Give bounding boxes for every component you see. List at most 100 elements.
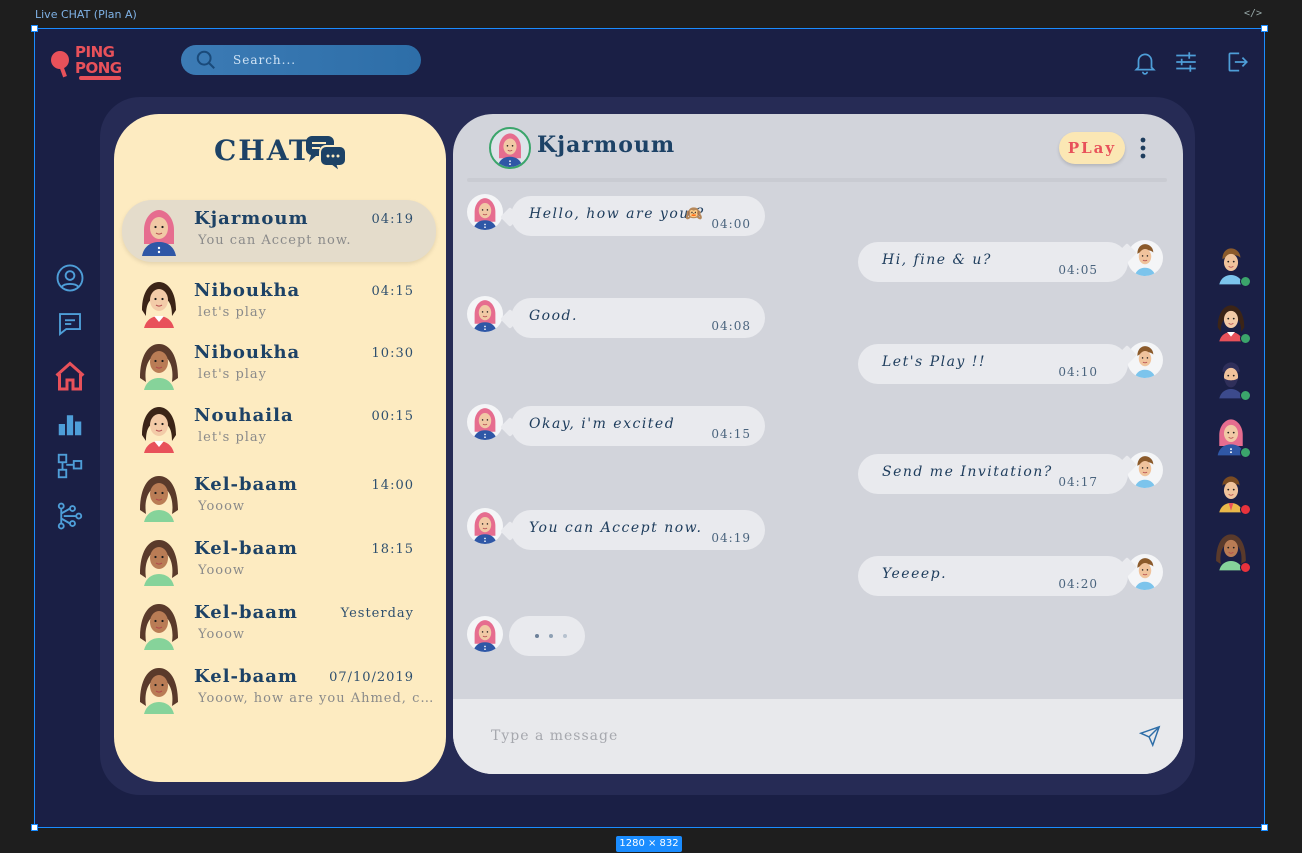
resize-handle[interactable] — [1261, 25, 1268, 32]
avatar — [136, 401, 182, 453]
avatar — [136, 662, 182, 714]
incoming-message[interactable]: Hello, how are you ? 🙉 04:00 — [511, 196, 765, 236]
message-time: 04:19 — [711, 531, 751, 545]
outgoing-message[interactable]: Yeeeep. 04:20 — [858, 556, 1128, 596]
self-avatar — [1127, 554, 1163, 590]
online-user-avatar[interactable] — [1213, 357, 1251, 401]
message-time: 04:00 — [711, 217, 751, 231]
conversation-item[interactable]: Kel-baam 07/10/2019 Yooow, how are you Ahm… — [122, 658, 438, 720]
self-avatar — [1127, 342, 1163, 378]
self-avatar — [1127, 452, 1163, 488]
conversation-preview: You can Accept now. — [198, 233, 352, 248]
chat-bubbles-icon — [306, 136, 347, 175]
conversation-item[interactable]: Kel-baam Yesterday Yooow — [122, 594, 436, 656]
status-dot — [1240, 447, 1251, 458]
resize-handle[interactable] — [1261, 824, 1268, 831]
message-text: Hello, how are you ? — [529, 206, 705, 222]
conversation-time: 07/10/2019 — [329, 670, 414, 685]
incoming-message[interactable]: Good. 04:08 — [511, 298, 765, 338]
logout-icon[interactable] — [1224, 49, 1250, 75]
message-time: 04:08 — [711, 319, 751, 333]
sender-avatar — [467, 508, 503, 544]
outgoing-message[interactable]: Let's Play !! 04:10 — [858, 344, 1128, 384]
message-text: Yeeeep. — [882, 566, 948, 582]
avatar — [136, 338, 182, 390]
play-button[interactable]: PLay — [1059, 132, 1125, 164]
search-input[interactable] — [233, 53, 403, 67]
conversation-name: Kel-baam — [194, 602, 298, 623]
more-options-icon[interactable] — [1139, 136, 1147, 160]
typing-indicator — [509, 616, 585, 656]
code-icon[interactable]: </> — [1244, 8, 1262, 19]
incoming-message[interactable]: You can Accept now. 04:19 — [511, 510, 765, 550]
message-time: 04:17 — [1058, 475, 1098, 489]
ping-pong-logo[interactable]: PING PONG — [51, 43, 122, 81]
conversation-item[interactable]: Kel-baam 18:15 Yooow — [122, 530, 436, 592]
conversation-item[interactable]: Niboukha 04:15 let's play — [122, 272, 436, 334]
conversation-item[interactable]: Kel-baam 14:00 Yooow — [122, 466, 436, 528]
outgoing-message[interactable]: Send me Invitation? 04:17 — [858, 454, 1128, 494]
conversation-preview: Yooow — [198, 563, 246, 578]
conversation-name: Kel-baam — [194, 474, 298, 495]
message-composer — [453, 699, 1183, 774]
conversation-preview: let's play — [198, 367, 268, 382]
logo-text-line2: PONG — [75, 59, 122, 77]
conversation-preview: let's play — [198, 305, 268, 320]
chat-list-title: CHAT — [214, 134, 312, 167]
self-avatar — [1127, 240, 1163, 276]
search-bar[interactable] — [181, 45, 421, 75]
avatar — [136, 598, 182, 650]
message-time: 04:05 — [1058, 263, 1098, 277]
network-icon[interactable] — [55, 501, 85, 531]
sender-avatar — [467, 194, 503, 230]
resize-handle[interactable] — [31, 824, 38, 831]
incoming-message[interactable]: Okay, i'm excited 04:15 — [511, 406, 765, 446]
conversation-name: Nouhaila — [194, 405, 294, 426]
online-user-avatar[interactable] — [1213, 414, 1251, 458]
conversation-time: 04:15 — [371, 284, 414, 299]
outgoing-message[interactable]: Hi, fine & u? 04:05 — [858, 242, 1128, 282]
status-dot — [1240, 390, 1251, 401]
message-text: You can Accept now. — [529, 520, 703, 536]
send-icon[interactable] — [1139, 725, 1161, 747]
stats-icon[interactable] — [55, 409, 85, 439]
conversation-item[interactable]: Kjarmoum 04:19 You can Accept now. — [122, 200, 436, 262]
conversation-time: 18:15 — [371, 542, 414, 557]
chat-list-panel: CHAT Kjarmoum 04:19 You can Accept now. Nib… — [114, 114, 446, 782]
resize-handle[interactable] — [31, 25, 38, 32]
home-icon[interactable] — [52, 359, 88, 395]
bell-icon[interactable] — [1132, 49, 1158, 75]
profile-icon[interactable] — [55, 263, 85, 293]
message-time: 04:10 — [1058, 365, 1098, 379]
contact-avatar[interactable] — [489, 127, 531, 169]
sliders-icon[interactable] — [1173, 49, 1199, 75]
avatar — [136, 204, 182, 256]
conversation-item[interactable]: Niboukha 10:30 let's play — [122, 334, 436, 396]
emoji-icon: 🙉 — [685, 205, 703, 221]
message-input[interactable] — [491, 721, 1091, 751]
frame-label: Live CHAT (Plan A) — [35, 8, 137, 21]
conversation-time: Yesterday — [340, 606, 414, 621]
avatar — [136, 534, 182, 586]
online-user-avatar[interactable] — [1213, 243, 1251, 287]
tree-icon[interactable] — [55, 451, 85, 481]
conversation-name: Kel-baam — [194, 666, 298, 687]
conversation-item[interactable]: Nouhaila 00:15 let's play — [122, 397, 436, 459]
conversation-time: 14:00 — [371, 478, 414, 493]
contact-name[interactable]: Kjarmoum — [537, 132, 675, 158]
conversation-name: Niboukha — [194, 280, 301, 301]
conversation-time: 00:15 — [371, 409, 414, 424]
chat-panel: Kjarmoum PLay Hello, how are you ? 🙉 04:00… — [453, 114, 1183, 774]
avatar — [136, 470, 182, 522]
online-user-avatar[interactable] — [1213, 471, 1251, 515]
conversation-preview: let's play — [198, 430, 268, 445]
chat-divider — [467, 178, 1167, 182]
conversation-name: Kel-baam — [194, 538, 298, 559]
chat-icon[interactable] — [55, 309, 85, 339]
avatar — [136, 276, 182, 328]
online-user-avatar[interactable] — [1213, 529, 1251, 573]
status-dot — [1240, 504, 1251, 515]
conversation-name: Niboukha — [194, 342, 301, 363]
online-user-avatar[interactable] — [1213, 300, 1251, 344]
conversation-name: Kjarmoum — [194, 208, 309, 229]
